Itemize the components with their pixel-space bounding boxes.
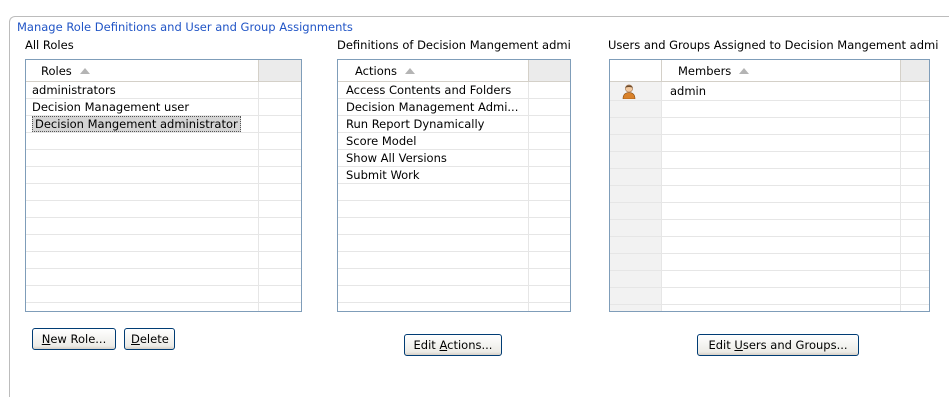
table-row[interactable]: Access Contents and Folders bbox=[338, 82, 570, 99]
header-filler bbox=[901, 60, 929, 81]
table-row[interactable]: Show All Versions bbox=[338, 150, 570, 167]
empty-row bbox=[26, 235, 301, 252]
roles-table[interactable]: Roles administrators Decision Management… bbox=[25, 59, 302, 312]
empty-row bbox=[610, 101, 929, 118]
empty-row bbox=[338, 184, 570, 201]
empty-row bbox=[26, 303, 301, 311]
table-row[interactable]: admin bbox=[610, 82, 929, 101]
members-table-header: Members bbox=[610, 60, 929, 82]
empty-row bbox=[26, 252, 301, 269]
member-name: admin bbox=[670, 84, 707, 98]
actions-table[interactable]: Actions Access Contents and Folders Deci… bbox=[337, 59, 571, 312]
empty-row bbox=[26, 201, 301, 218]
empty-row bbox=[26, 167, 301, 184]
sort-ascending-icon bbox=[405, 68, 416, 74]
header-filler bbox=[259, 60, 301, 81]
action-name: Run Report Dynamically bbox=[338, 116, 529, 132]
members-panel-title: Users and Groups Assigned to Decision Ma… bbox=[608, 38, 939, 52]
actions-table-header: Actions bbox=[338, 60, 570, 82]
empty-row bbox=[610, 203, 929, 220]
group-title: Manage Role Definitions and User and Gro… bbox=[15, 20, 355, 34]
empty-row bbox=[338, 252, 570, 269]
empty-row bbox=[610, 186, 929, 203]
action-name: Decision Management Admi... bbox=[338, 99, 529, 115]
table-row[interactable]: Decision Management Admi... bbox=[338, 99, 570, 116]
action-name: Submit Work bbox=[338, 167, 529, 183]
edit-users-and-groups-button[interactable]: Edit Users and Groups... bbox=[697, 334, 859, 356]
empty-row bbox=[338, 201, 570, 218]
table-row[interactable]: Decision Management user bbox=[26, 99, 301, 116]
table-row[interactable]: Score Model bbox=[338, 133, 570, 150]
members-column-label: Members bbox=[678, 64, 732, 78]
delete-button[interactable]: Delete bbox=[124, 328, 175, 350]
empty-row bbox=[338, 286, 570, 303]
icon-column-header[interactable] bbox=[610, 60, 662, 81]
actions-column-label: Actions bbox=[355, 64, 398, 78]
roles-rows: administrators Decision Management user … bbox=[26, 82, 301, 311]
empty-row bbox=[26, 218, 301, 235]
role-name: Decision Management user bbox=[26, 99, 259, 115]
empty-row bbox=[610, 254, 929, 271]
table-row-selected[interactable]: Decision Mangement administrator bbox=[26, 116, 301, 133]
members-table[interactable]: Members admin bbox=[609, 59, 930, 312]
role-name: administrators bbox=[26, 82, 259, 98]
table-row[interactable]: Submit Work bbox=[338, 167, 570, 184]
empty-row bbox=[26, 133, 301, 150]
empty-row bbox=[338, 303, 570, 311]
sort-ascending-icon bbox=[79, 68, 90, 74]
actions-panel-title: Definitions of Decision Mangement admi bbox=[337, 38, 571, 52]
empty-row bbox=[338, 269, 570, 286]
empty-row bbox=[610, 169, 929, 186]
action-name: Show All Versions bbox=[338, 150, 529, 166]
empty-row bbox=[610, 220, 929, 237]
table-row[interactable]: administrators bbox=[26, 82, 301, 99]
table-row[interactable]: Run Report Dynamically bbox=[338, 116, 570, 133]
empty-row bbox=[610, 118, 929, 135]
empty-row bbox=[610, 135, 929, 152]
empty-row bbox=[338, 235, 570, 252]
members-rows: admin bbox=[610, 82, 929, 311]
all-roles-title: All Roles bbox=[25, 38, 74, 52]
empty-row bbox=[610, 237, 929, 254]
member-icon-cell bbox=[610, 82, 662, 100]
empty-row bbox=[26, 184, 301, 201]
new-role-button[interactable]: New Role... bbox=[32, 328, 116, 350]
user-icon bbox=[622, 84, 636, 99]
sort-ascending-icon bbox=[739, 68, 750, 74]
roles-column-label: Roles bbox=[41, 64, 72, 78]
empty-row bbox=[610, 152, 929, 169]
empty-row bbox=[26, 286, 301, 303]
roles-column-header[interactable]: Roles bbox=[26, 60, 259, 81]
action-name: Score Model bbox=[338, 133, 529, 149]
action-name: Access Contents and Folders bbox=[338, 82, 529, 98]
members-column-header[interactable]: Members bbox=[662, 60, 901, 81]
edit-actions-button[interactable]: Edit Actions... bbox=[404, 334, 502, 356]
roles-table-header: Roles bbox=[26, 60, 301, 82]
actions-rows: Access Contents and Folders Decision Man… bbox=[338, 82, 570, 311]
role-name: Decision Mangement administrator bbox=[32, 116, 241, 132]
role-name-cell: Decision Mangement administrator bbox=[26, 116, 259, 132]
empty-row bbox=[338, 218, 570, 235]
empty-row bbox=[26, 269, 301, 286]
empty-row bbox=[610, 288, 929, 305]
header-filler bbox=[529, 60, 570, 81]
actions-column-header[interactable]: Actions bbox=[338, 60, 529, 81]
empty-row bbox=[26, 150, 301, 167]
empty-row bbox=[610, 271, 929, 288]
